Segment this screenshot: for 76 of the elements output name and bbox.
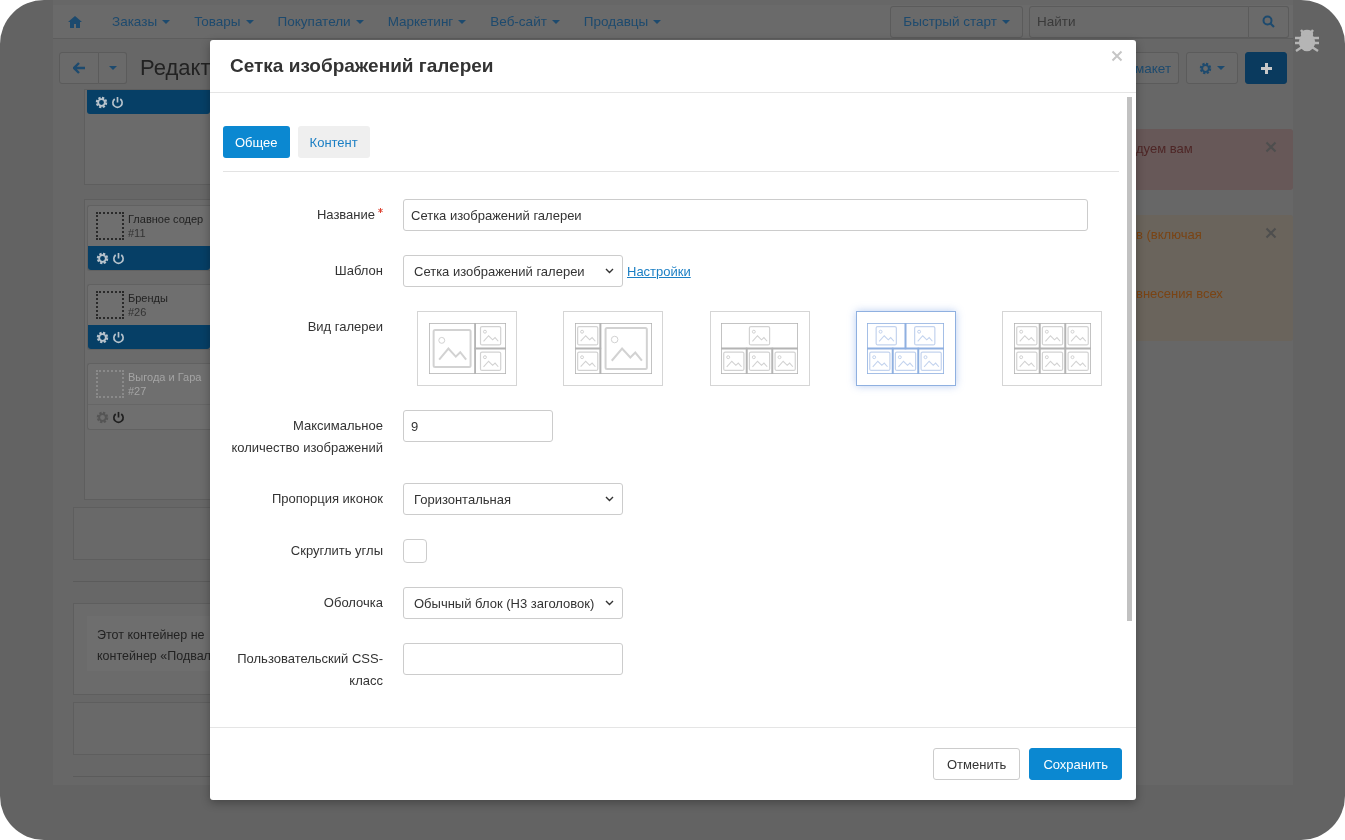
note-text: контейнер «Подвал xyxy=(97,649,210,663)
back-button[interactable] xyxy=(59,52,99,84)
dropdown-button[interactable] xyxy=(99,52,127,84)
gallery-layout-option[interactable] xyxy=(563,311,664,386)
input-field[interactable]: 9 xyxy=(403,410,553,442)
gear-icon xyxy=(96,251,109,265)
chevron-down-icon xyxy=(605,268,614,274)
gear-icon xyxy=(96,330,109,344)
search-button[interactable] xyxy=(1249,5,1289,38)
page-title: Редакт xyxy=(140,55,211,81)
arrow-left-icon xyxy=(72,62,86,74)
gear-icon xyxy=(1199,61,1212,75)
chevron-down-icon xyxy=(605,496,614,502)
settings-link[interactable]: Настройки xyxy=(627,263,691,279)
dialog-title: Сетка изображений галереи xyxy=(230,55,494,77)
field-label: Название xyxy=(223,199,383,226)
caret-icon xyxy=(551,19,560,24)
tab[interactable]: Контент xyxy=(297,126,370,158)
alert-text: внесения всех xyxy=(1136,286,1223,301)
field-label: Вид галереи xyxy=(306,318,383,336)
block-placeholder-icon xyxy=(96,291,124,319)
home-icon[interactable] xyxy=(68,15,82,28)
caret-icon xyxy=(653,19,662,24)
gear-icon xyxy=(96,410,109,424)
gallery-layout-option[interactable] xyxy=(855,311,956,386)
field-label: Оболочка xyxy=(322,594,383,612)
caret-icon xyxy=(245,19,254,24)
note-text: Этот контейнер не xyxy=(97,628,206,642)
power-icon xyxy=(111,95,124,109)
select-field[interactable]: Сетка изображений галереи xyxy=(403,255,623,287)
power-icon xyxy=(112,330,125,344)
power-icon xyxy=(112,410,125,424)
settings-button[interactable] xyxy=(1186,52,1238,84)
field-label: Скруглить углы xyxy=(289,542,383,560)
field-label: Пользовательский CSS-класс xyxy=(236,650,383,690)
select-field[interactable]: Горизонтальная xyxy=(403,483,623,515)
scrollbar[interactable] xyxy=(1127,97,1132,621)
block-placeholder-icon xyxy=(96,370,124,398)
search-icon xyxy=(1262,15,1275,28)
caret-icon xyxy=(458,19,467,24)
caret-icon xyxy=(355,19,364,24)
gallery-layout-icon xyxy=(574,323,652,374)
block-title: Главное содер xyxy=(128,213,204,225)
block-placeholder-icon xyxy=(96,212,124,240)
add-button[interactable] xyxy=(1245,52,1287,84)
field-label: Пропорция иконок xyxy=(270,490,383,508)
gallery-layout-option[interactable] xyxy=(709,311,810,386)
gallery-layout-icon xyxy=(867,323,945,374)
tab[interactable]: Общее xyxy=(223,126,290,158)
chevron-down-icon xyxy=(605,600,614,606)
block-title: Бренды xyxy=(128,292,168,304)
save-button[interactable]: Сохранить xyxy=(1029,748,1122,780)
alert-text: в (включая xyxy=(1136,227,1203,242)
block-id: #26 xyxy=(128,306,148,318)
checkbox[interactable] xyxy=(403,539,427,563)
gear-icon xyxy=(95,95,108,109)
gallery-layout-icon xyxy=(1013,323,1091,374)
caret-icon xyxy=(1002,19,1010,24)
close-icon[interactable] xyxy=(1265,227,1277,239)
input-field[interactable]: Сетка изображений галереи xyxy=(403,199,1088,231)
plus-icon xyxy=(1260,62,1272,74)
field-label: Максимальное количество изображений xyxy=(230,417,383,457)
block-id: #11 xyxy=(128,227,147,239)
caret-icon xyxy=(1217,66,1225,70)
cancel-button[interactable]: Отменить xyxy=(933,748,1021,780)
caret-icon xyxy=(108,66,117,70)
input-field[interactable] xyxy=(403,643,623,675)
caret-icon xyxy=(162,19,171,24)
power-icon xyxy=(112,251,125,265)
gallery-layout-icon xyxy=(428,323,506,374)
gallery-layout-option[interactable] xyxy=(1002,311,1102,386)
gallery-layout-icon xyxy=(721,323,798,374)
close-icon[interactable] xyxy=(1265,141,1277,153)
gallery-layout-option[interactable] xyxy=(417,311,517,386)
select-field[interactable]: Обычный блок (H3 заголовок) xyxy=(403,587,623,619)
field-label: Шаблон xyxy=(333,262,383,280)
